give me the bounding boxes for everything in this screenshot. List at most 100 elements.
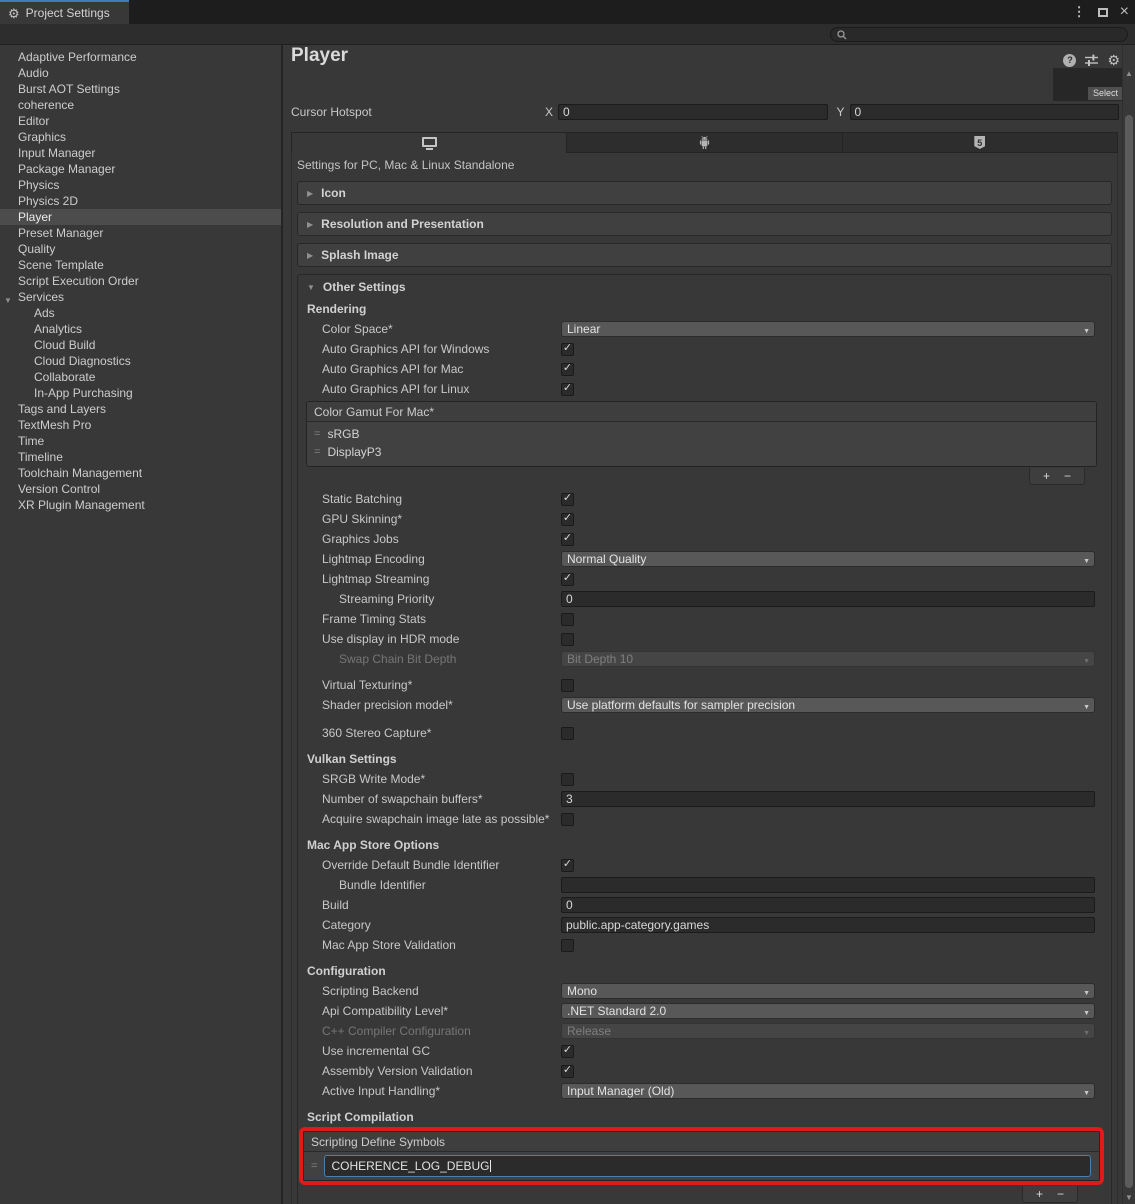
sidebar-item-physics-2d[interactable]: Physics 2D (0, 193, 281, 209)
sidebar-item-adaptive-performance[interactable]: Adaptive Performance (0, 49, 281, 65)
assembly-validation-checkbox[interactable]: ✓ (561, 1065, 574, 1078)
sidebar-item-ads[interactable]: Ads (0, 305, 281, 321)
sidebar-item-player[interactable]: Player (0, 209, 281, 225)
gpu-skinning-checkbox[interactable]: ✓ (561, 513, 574, 526)
sidebar-item-timeline[interactable]: Timeline (0, 449, 281, 465)
search-input[interactable] (851, 29, 1111, 41)
swapchain-buffers-field[interactable]: 3 (561, 791, 1095, 807)
shader-precision-dropdown[interactable]: Use platform defaults for sampler precis… (561, 697, 1095, 713)
list-item[interactable]: = DisplayP3 (307, 443, 1096, 461)
gear-icon[interactable]: ⚙ (1107, 53, 1120, 67)
graphics-jobs-checkbox[interactable]: ✓ (561, 533, 574, 546)
category-field[interactable]: public.app-category.games (561, 917, 1095, 933)
sidebar-item-quality[interactable]: Quality (0, 241, 281, 257)
scrollbar-thumb[interactable] (1125, 115, 1133, 1188)
lightmap-encoding-dropdown[interactable]: Normal Quality ▼ (561, 551, 1095, 567)
sidebar-item-textmesh-pro[interactable]: TextMesh Pro (0, 417, 281, 433)
auto-api-linux-checkbox[interactable]: ✓ (561, 383, 574, 396)
cursor-hotspot-x-field[interactable]: 0 (558, 104, 828, 120)
color-gamut-list-footer: + − (1029, 468, 1085, 485)
sidebar-item-graphics[interactable]: Graphics (0, 129, 281, 145)
auto-api-mac-checkbox[interactable]: ✓ (561, 363, 574, 376)
sidebar-item-toolchain-management[interactable]: Toolchain Management (0, 465, 281, 481)
sidebar-item-scene-template[interactable]: Scene Template (0, 257, 281, 273)
remove-item-button[interactable]: − (1057, 1189, 1064, 1199)
sidebar-item-in-app-purchasing[interactable]: In-App Purchasing (0, 385, 281, 401)
search-icon (837, 30, 847, 40)
build-field[interactable]: 0 (561, 897, 1095, 913)
sidebar-item-xr-plugin-management[interactable]: XR Plugin Management (0, 497, 281, 513)
virtual-texturing-checkbox[interactable] (561, 679, 574, 692)
sidebar-item-coherence[interactable]: coherence (0, 97, 281, 113)
sidebar-item-services[interactable]: ▼ Services (0, 289, 281, 305)
sidebar-item-cloud-build[interactable]: Cloud Build (0, 337, 281, 353)
input-handling-dropdown[interactable]: Input Manager (Old) ▼ (561, 1083, 1095, 1099)
stereo-capture-checkbox[interactable] (561, 727, 574, 740)
help-icon[interactable]: ? (1063, 54, 1076, 67)
chevron-down-icon: ▼ (1083, 655, 1090, 667)
lightmap-streaming-checkbox[interactable]: ✓ (561, 573, 574, 586)
search-box[interactable] (830, 27, 1128, 42)
list-item[interactable]: = sRGB (307, 425, 1096, 443)
row-stereo-capture: 360 Stereo Capture* (298, 723, 1111, 743)
scripting-backend-dropdown[interactable]: Mono ▼ (561, 983, 1095, 999)
row-override-bundle: Override Default Bundle Identifier ✓ (298, 855, 1111, 875)
drag-handle-icon[interactable]: = (311, 1160, 317, 1172)
sidebar-item-analytics[interactable]: Analytics (0, 321, 281, 337)
add-item-button[interactable]: + (1036, 1189, 1043, 1199)
sidebar-item-audio[interactable]: Audio (0, 65, 281, 81)
maximize-icon[interactable] (1098, 8, 1108, 17)
frame-timing-stats-checkbox[interactable] (561, 613, 574, 626)
streaming-priority-field[interactable]: 0 (561, 591, 1095, 607)
incremental-gc-checkbox[interactable]: ✓ (561, 1045, 574, 1058)
close-icon[interactable]: × (1120, 6, 1129, 18)
static-batching-checkbox[interactable]: ✓ (561, 493, 574, 506)
sidebar-item-tags-and-layers[interactable]: Tags and Layers (0, 401, 281, 417)
sidebar-item-editor[interactable]: Editor (0, 113, 281, 129)
hdr-mode-checkbox[interactable] (561, 633, 574, 646)
remove-item-button[interactable]: − (1064, 471, 1071, 481)
tab-standalone[interactable] (291, 132, 567, 153)
scroll-up-icon[interactable]: ▲ (1125, 69, 1133, 78)
sidebar-item-cloud-diagnostics[interactable]: Cloud Diagnostics (0, 353, 281, 369)
mac-validation-checkbox[interactable] (561, 939, 574, 952)
sidebar-item-version-control[interactable]: Version Control (0, 481, 281, 497)
sidebar-item-preset-manager[interactable]: Preset Manager (0, 225, 281, 241)
define-symbol-input[interactable]: COHERENCE_LOG_DEBUG (324, 1155, 1091, 1177)
scroll-down-icon[interactable]: ▼ (1125, 1193, 1133, 1202)
checkmark-icon: ✓ (563, 573, 572, 584)
define-symbols-list-footer: + − (1022, 1186, 1078, 1203)
tab-android[interactable] (567, 132, 842, 153)
vertical-scrollbar[interactable]: ▲ ▼ (1122, 45, 1135, 1204)
bundle-identifier-field[interactable] (561, 877, 1095, 893)
section-resolution-and-presentation[interactable]: ▶ Resolution and Presentation (297, 212, 1112, 236)
drag-handle-icon[interactable]: = (314, 446, 320, 458)
section-icon[interactable]: ▶ Icon (297, 181, 1112, 205)
add-item-button[interactable]: + (1043, 471, 1050, 481)
sidebar-item-collaborate[interactable]: Collaborate (0, 369, 281, 385)
cursor-texture-preview[interactable]: Select (1053, 68, 1124, 101)
sidebar-item-package-manager[interactable]: Package Manager (0, 161, 281, 177)
select-button[interactable]: Select (1088, 87, 1123, 100)
color-space-dropdown[interactable]: Linear ▼ (561, 321, 1095, 337)
srgb-write-mode-checkbox[interactable] (561, 773, 574, 786)
project-settings-tab[interactable]: ⚙ Project Settings (0, 0, 129, 24)
window-menu-icon[interactable]: ⋮ (1073, 4, 1086, 20)
auto-api-windows-checkbox[interactable]: ✓ (561, 343, 574, 356)
override-bundle-checkbox[interactable]: ✓ (561, 859, 574, 872)
sidebar-item-script-execution-order[interactable]: Script Execution Order (0, 273, 281, 289)
drag-handle-icon[interactable]: = (314, 428, 320, 440)
other-settings-header[interactable]: ▼ Other Settings (298, 275, 1111, 299)
tab-webgl[interactable]: 5 (843, 132, 1118, 153)
api-level-dropdown[interactable]: .NET Standard 2.0 ▼ (561, 1003, 1095, 1019)
sidebar-item-physics[interactable]: Physics (0, 177, 281, 193)
sidebar-item-time[interactable]: Time (0, 433, 281, 449)
sidebar-item-burst-aot-settings[interactable]: Burst AOT Settings (0, 81, 281, 97)
cursor-hotspot-y-field[interactable]: 0 (850, 104, 1120, 120)
sidebar-item-input-manager[interactable]: Input Manager (0, 145, 281, 161)
swap-chain-bit-depth-dropdown: Bit Depth 10 ▼ (561, 651, 1095, 667)
presets-icon[interactable] (1085, 54, 1098, 66)
acquire-late-checkbox[interactable] (561, 813, 574, 826)
section-splash-image[interactable]: ▶ Splash Image (297, 243, 1112, 267)
toolbar (0, 24, 1135, 45)
